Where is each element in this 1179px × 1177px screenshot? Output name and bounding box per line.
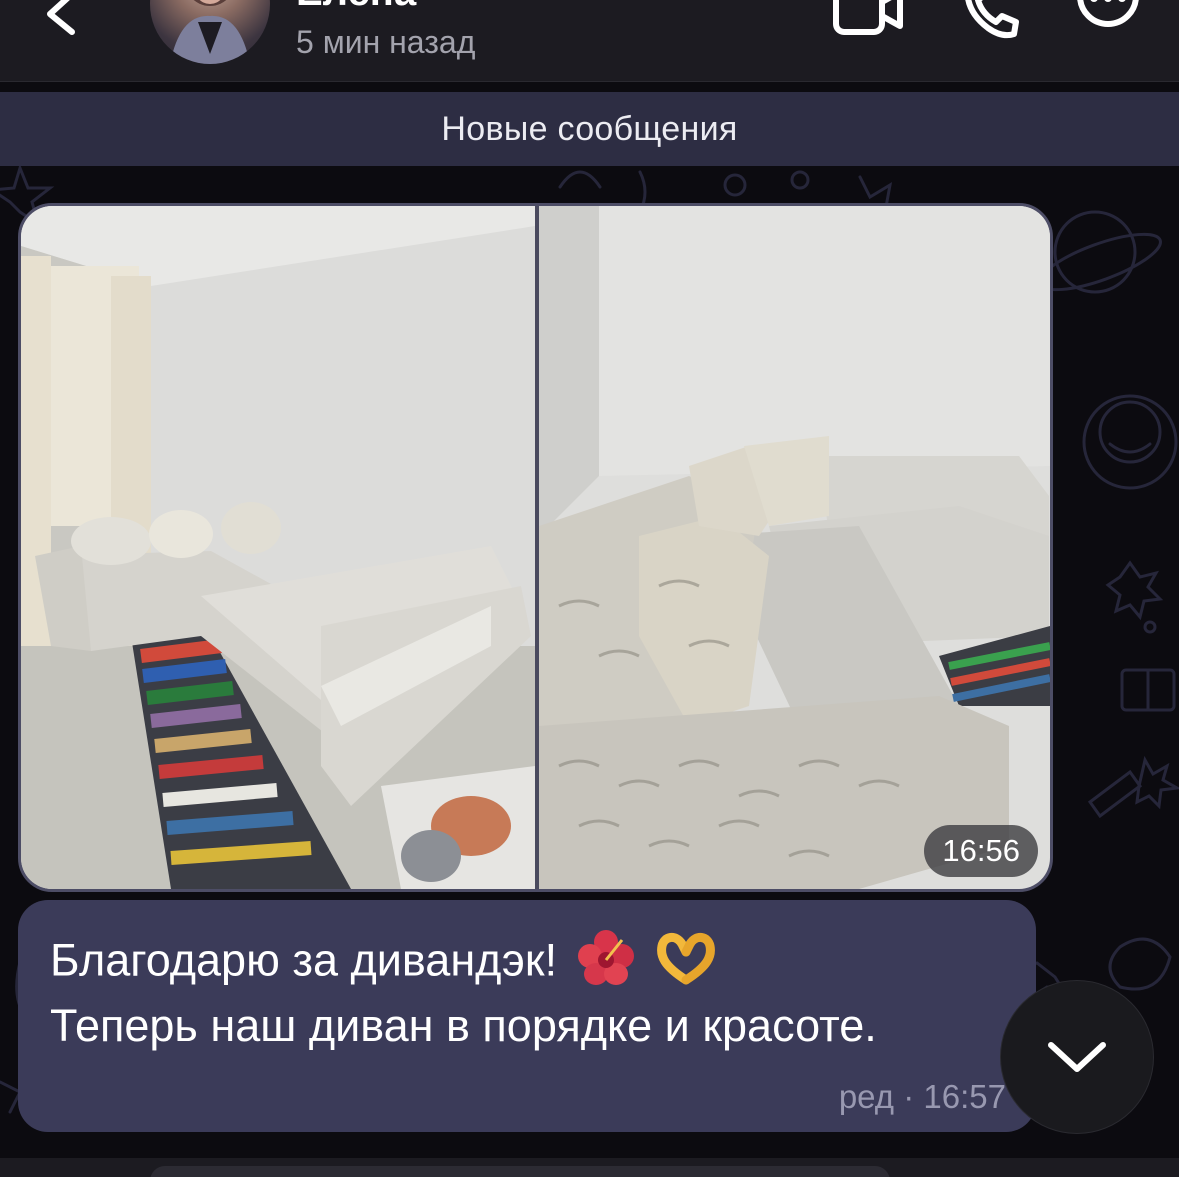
chevron-down-icon [1048,1042,1106,1072]
contact-name[interactable]: Елена [296,0,416,15]
message-meta: ред · 16:57 [839,1078,1006,1116]
hibiscus-icon [577,930,634,985]
more-icon [1077,0,1139,27]
photo-album: 16:56 [18,203,1053,892]
edited-label: ред [838,1078,895,1115]
message-line-2: Теперь наш диван в порядке и красоте. [50,1000,877,1051]
message-bubble[interactable]: Благодарю за дивандэк! Теперь наш диван … [18,900,1036,1132]
back-button[interactable] [36,0,86,38]
sofa-photo-1[interactable] [21,206,535,889]
sofa-corner-view-image [21,206,535,889]
video-call-icon [833,0,903,35]
voice-call-button[interactable] [958,0,1034,40]
message-text-1: Благодарю за дивандэк! [50,934,558,986]
back-icon [47,0,75,35]
heart-hands-icon [657,933,716,985]
meta-separator: · [903,1078,915,1115]
scroll-to-bottom-button[interactable] [1000,980,1154,1134]
avatar-portrait [170,0,250,64]
message-input[interactable] [150,1166,890,1177]
last-seen-status: 5 мин назад [296,24,476,60]
chat-screen: Елена 5 мин назад Новые сообщения [0,0,1179,1177]
contact-avatar[interactable] [150,0,270,64]
more-options-button[interactable] [1072,0,1148,40]
heart-hands-emoji [654,930,718,997]
new-messages-divider: Новые сообщения [0,92,1179,166]
video-call-button[interactable] [830,0,906,40]
sofa-closeup-image [539,206,1050,889]
sofa-photo-2[interactable] [539,206,1050,889]
album-timestamp: 16:56 [924,825,1038,877]
message-line-1: Благодарю за дивандэк! [50,930,718,997]
message-time: 16:57 [923,1078,1006,1115]
new-messages-label: Новые сообщения [441,109,738,148]
phone-icon [965,0,1019,39]
chat-header: Елена 5 мин назад [0,0,1179,82]
hibiscus-emoji [576,930,636,997]
